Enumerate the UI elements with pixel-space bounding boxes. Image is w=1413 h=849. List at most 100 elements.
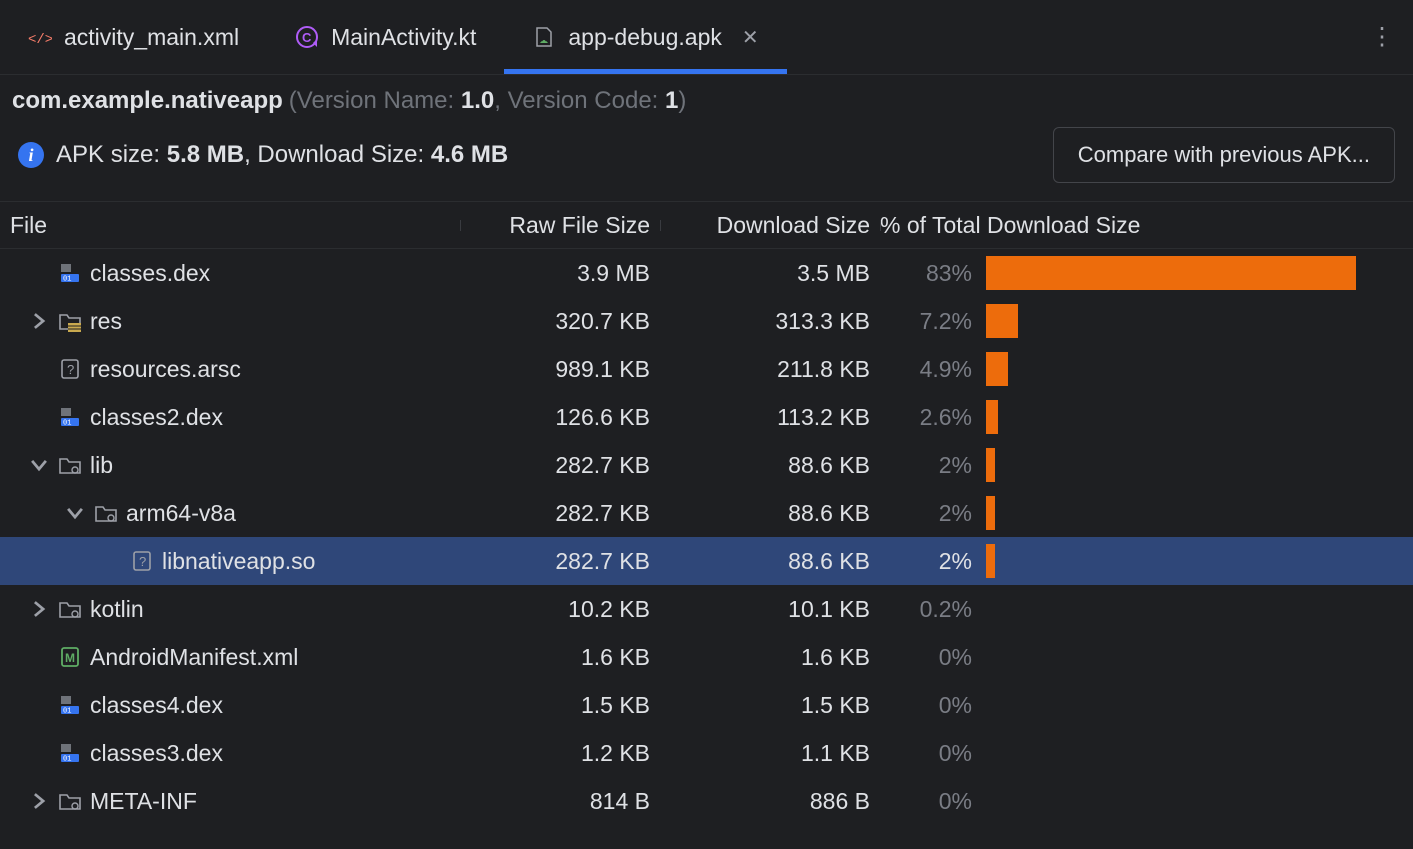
compare-previous-apk-button[interactable]: Compare with previous APK... (1053, 127, 1395, 183)
percent-bar (986, 256, 1356, 290)
cell-percent: 0.2% (880, 596, 980, 623)
chevron-down-icon[interactable] (64, 502, 86, 524)
folder-so-icon (58, 597, 82, 621)
chevron-right-icon[interactable] (28, 790, 50, 812)
cell-download-size: 211.8 KB (660, 356, 880, 383)
cell-file: 01 classes2.dex (0, 404, 460, 431)
package-name: com.example.nativeapp (12, 87, 283, 115)
svg-text:C: C (302, 30, 312, 45)
table-row[interactable]: 01classes4.dex1.5 KB1.5 KB0% (0, 681, 1413, 729)
folder-res-icon (58, 309, 82, 333)
cell-raw-size: 10.2 KB (460, 596, 660, 623)
column-download-size[interactable]: Download Size (660, 212, 880, 239)
table-row[interactable]: arm64-v8a282.7 KB88.6 KB2% (0, 489, 1413, 537)
file-name: AndroidManifest.xml (90, 644, 298, 671)
table-row[interactable]: META-INF 814 B886 B0% (0, 777, 1413, 825)
cell-raw-size: 282.7 KB (460, 548, 660, 575)
column-raw-size[interactable]: Raw File Size (460, 212, 660, 239)
percent-bar (986, 448, 995, 482)
info-icon: i (18, 142, 44, 168)
table-row[interactable]: res320.7 KB313.3 KB7.2% (0, 297, 1413, 345)
cell-percent-bar (980, 352, 1390, 386)
chevron-down-icon[interactable] (28, 454, 50, 476)
svg-text:01: 01 (63, 756, 71, 764)
chevron-right-icon[interactable] (28, 598, 50, 620)
package-version-meta: (Version Name: 1.0, Version Code: 1) (289, 87, 687, 115)
cell-download-size: 3.5 MB (660, 260, 880, 287)
table-row[interactable]: 01classes3.dex1.2 KB1.1 KB0% (0, 729, 1413, 777)
file-name: classes2.dex (90, 404, 223, 431)
cell-raw-size: 282.7 KB (460, 452, 660, 479)
cell-percent: 4.9% (880, 356, 980, 383)
close-icon[interactable]: ✕ (742, 25, 759, 50)
table-row[interactable]: kotlin10.2 KB10.1 KB0.2% (0, 585, 1413, 633)
cell-file: META-INF (0, 788, 460, 815)
cell-raw-size: 1.5 KB (460, 692, 660, 719)
cell-percent: 2.6% (880, 404, 980, 431)
dex-icon: 01 (58, 261, 82, 285)
file-name: arm64-v8a (126, 500, 236, 527)
cell-file: 01classes3.dex (0, 740, 460, 767)
size-text: APK size: 5.8 MB, Download Size: 4.6 MB (56, 141, 508, 169)
svg-text:01: 01 (63, 420, 71, 428)
column-file[interactable]: File (0, 212, 460, 239)
unknown-icon: ? (58, 357, 82, 381)
cell-raw-size: 282.7 KB (460, 500, 660, 527)
file-name: META-INF (90, 788, 197, 815)
svg-text:M: M (65, 651, 75, 665)
svg-text:?: ? (67, 362, 74, 377)
table-row[interactable]: MAndroidManifest.xml1.6 KB1.6 KB0% (0, 633, 1413, 681)
folder-so-icon (58, 453, 82, 477)
cell-percent: 2% (880, 452, 980, 479)
cell-file: ?resources.arsc (0, 356, 460, 383)
cell-download-size: 1.6 KB (660, 644, 880, 671)
svg-text:01: 01 (63, 276, 71, 284)
tab-main-activity[interactable]: C MainActivity.kt (267, 0, 504, 74)
expander-placeholder (100, 550, 122, 572)
tab-label: activity_main.xml (64, 24, 239, 51)
cell-file: M AndroidManifest.xml (0, 644, 460, 671)
cell-raw-size: 1.2 KB (460, 740, 660, 767)
tab-app-debug-apk[interactable]: app-debug.apk ✕ (504, 0, 786, 74)
editor-tabs-bar: </> activity_main.xml C MainActivity.kt … (0, 0, 1413, 75)
percent-bar (986, 304, 1018, 338)
file-name: res (90, 308, 122, 335)
cell-file: res (0, 308, 460, 335)
cell-download-size: 113.2 KB (660, 404, 880, 431)
cell-percent: 2% (880, 548, 980, 575)
column-percent[interactable]: % of Total Download Size (880, 212, 1390, 239)
cell-file: 01 classes.dex (0, 260, 460, 287)
cell-raw-size: 3.9 MB (460, 260, 660, 287)
cell-percent-bar (980, 736, 1390, 770)
table-row[interactable]: 01 classes.dex 3.9 MB3.5 MB83% (0, 249, 1413, 297)
svg-text:?: ? (139, 554, 146, 569)
tab-activity-main[interactable]: </> activity_main.xml (0, 0, 267, 74)
cell-download-size: 10.1 KB (660, 596, 880, 623)
cell-file: 01classes4.dex (0, 692, 460, 719)
cell-percent: 0% (880, 740, 980, 767)
cell-percent-bar (980, 544, 1390, 578)
table-row[interactable]: ?libnativeapp.so282.7 KB88.6 KB2% (0, 537, 1413, 585)
cell-raw-size: 814 B (460, 788, 660, 815)
svg-text:</>: </> (28, 32, 52, 48)
cell-file: arm64-v8a (0, 500, 460, 527)
table-row[interactable]: lib 282.7 KB88.6 KB2% (0, 441, 1413, 489)
file-name: classes.dex (90, 260, 210, 287)
tabs-overflow-menu-icon[interactable]: ⋮ (1370, 23, 1395, 52)
package-info-line: com.example.nativeapp (Version Name: 1.0… (0, 75, 1413, 121)
file-name: lib (90, 452, 113, 479)
table-header: File Raw File Size Download Size % of To… (0, 201, 1413, 249)
table-row[interactable]: 01classes2.dex126.6 KB113.2 KB2.6% (0, 393, 1413, 441)
table-row[interactable]: ?resources.arsc989.1 KB211.8 KB4.9% (0, 345, 1413, 393)
cell-percent-bar (980, 304, 1390, 338)
cell-download-size: 88.6 KB (660, 452, 880, 479)
cell-download-size: 886 B (660, 788, 880, 815)
cell-percent-bar (980, 640, 1390, 674)
chevron-right-icon[interactable] (28, 310, 50, 332)
cell-percent: 83% (880, 260, 980, 287)
cell-percent-bar (980, 448, 1390, 482)
cell-file: lib (0, 452, 460, 479)
cell-percent: 0% (880, 788, 980, 815)
percent-bar (986, 352, 1008, 386)
percent-bar (986, 544, 995, 578)
